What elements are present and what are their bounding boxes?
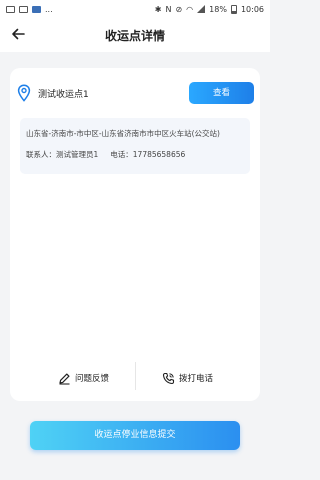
alert-notification-icon (32, 5, 41, 13)
mute-icon: ⊘ (175, 4, 183, 14)
location-pin-icon (17, 84, 31, 102)
pencil-icon (59, 373, 70, 385)
action-divider (135, 362, 136, 390)
battery-level: 18% (209, 4, 227, 14)
address-text: 山东省-济南市-市中区-山东省济南市市中区火车站(公交站) (26, 129, 220, 138)
action-row: 问题反馈 拨打电话 (10, 362, 260, 392)
contact-phone: 电话：17785658656 (110, 150, 186, 159)
point-header-row: 测试收运点1 查看 (10, 80, 260, 106)
nfc-icon: N (165, 4, 172, 14)
more-notifications-text: ... (45, 4, 53, 14)
signal-icon (197, 5, 206, 13)
collection-point-card: 测试收运点1 查看 山东省-济南市-市中区-山东省济南市市中区火车站(公交站) … (10, 68, 260, 401)
address-info-box: 山东省-济南市-市中区-山东省济南市市中区火车站(公交站) 联系人：测试管理员1… (20, 118, 250, 174)
contact-info-line: 联系人：测试管理员1 电话：17785658656 (26, 149, 185, 160)
view-button[interactable]: 查看 (189, 82, 254, 104)
battery-icon (230, 4, 237, 14)
phone-call-icon (162, 372, 175, 384)
contact-person: 联系人：测试管理员1 (26, 150, 99, 159)
feedback-label: 问题反馈 (75, 374, 110, 384)
collection-point-name: 测试收运点1 (38, 90, 89, 100)
feedback-button[interactable]: 问题反馈 (58, 370, 109, 386)
page-title: 收运点详情 (104, 29, 165, 43)
status-bar: ... ✱ N ⊘ ◠ 18% 10:06 (0, 0, 270, 18)
status-bar-right: ✱ N ⊘ ◠ 18% 10:06 (154, 4, 264, 14)
gallery-notification-icon (6, 5, 15, 13)
bluetooth-icon: ✱ (154, 4, 162, 14)
nav-bar: 收运点详情 (0, 18, 270, 52)
app-notification-icon (19, 5, 28, 13)
call-label: 拨打电话 (179, 374, 214, 384)
call-button[interactable]: 拨打电话 (162, 370, 213, 386)
wifi-icon: ◠ (186, 4, 194, 14)
clock: 10:06 (240, 4, 264, 14)
submit-closure-info-button[interactable]: 收运点停业信息提交 (30, 421, 240, 450)
status-bar-left: ... (6, 5, 53, 14)
